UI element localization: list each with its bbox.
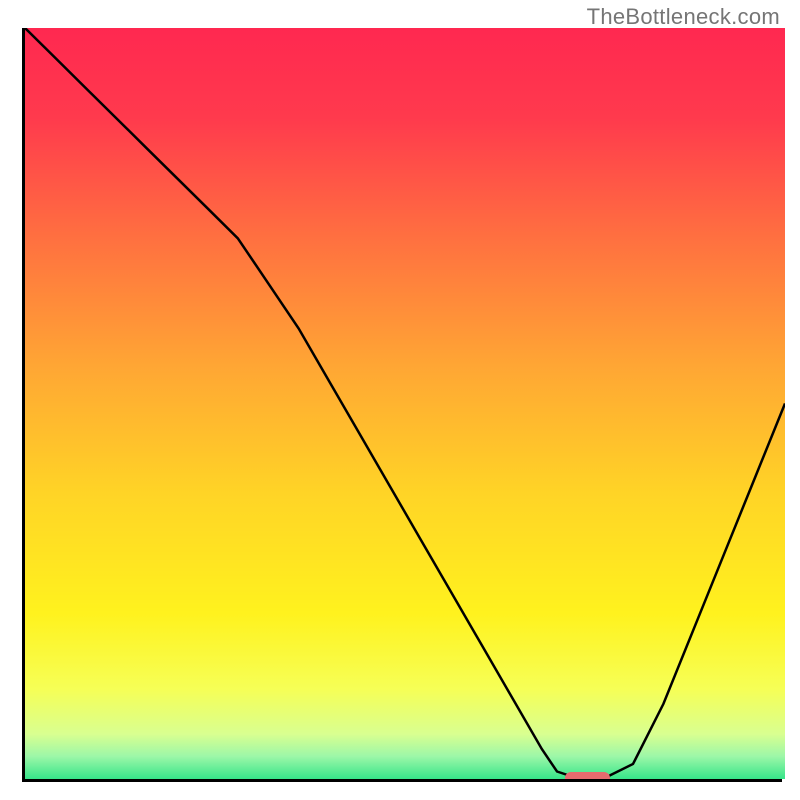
watermark-text: TheBottleneck.com <box>587 4 780 30</box>
optimal-marker <box>565 772 611 779</box>
axes-frame <box>22 28 782 782</box>
plot-area <box>25 28 785 779</box>
bottleneck-curve <box>25 28 785 779</box>
